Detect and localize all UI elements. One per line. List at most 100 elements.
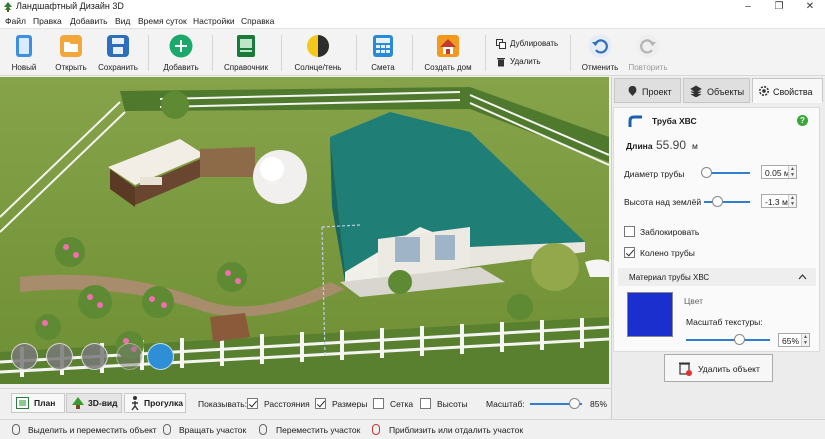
color-swatch[interactable] (627, 292, 673, 337)
minimize-icon[interactable]: – (734, 0, 762, 14)
toolbar-separator (412, 35, 413, 71)
mouse-right-icon (163, 424, 171, 435)
toolbar-separator (485, 35, 486, 71)
new-file-icon (16, 35, 32, 57)
garden-tool-icon[interactable] (11, 343, 38, 370)
zoom-slider[interactable] (530, 398, 582, 409)
height-slider-knob[interactable] (712, 196, 723, 207)
height-input[interactable]: -1.3 м ▲ ▼ (761, 194, 797, 208)
grid-label: Сетка (390, 399, 414, 409)
object-title: Труба ХВС (652, 116, 697, 126)
title-bar: Ландшафтный Дизайн 3D – ❐ ✕ (0, 0, 825, 14)
heights-checkbox[interactable] (420, 398, 431, 409)
color-label: Цвет (684, 296, 704, 306)
layers-icon[interactable] (147, 343, 174, 370)
ruler-icon[interactable] (81, 343, 108, 370)
garden-scene (0, 77, 609, 384)
lock-checkbox[interactable] (624, 226, 635, 237)
duplicate-icon (496, 39, 506, 49)
diameter-slider-knob[interactable] (701, 167, 712, 178)
text-icon[interactable] (116, 343, 143, 370)
diameter-input[interactable]: 0.05 м ▲ ▼ (761, 165, 797, 179)
diameter-slider[interactable] (701, 167, 750, 178)
show-label: Показывать: (198, 399, 248, 409)
tab-plan[interactable]: План (11, 393, 65, 413)
trash-icon (679, 362, 692, 376)
menu-settings[interactable]: Настройки (193, 16, 235, 26)
grid-checkbox[interactable] (373, 398, 384, 409)
toolbar-separator (148, 35, 149, 71)
material-section-header[interactable]: Материал трубы ХВС (618, 268, 816, 286)
height-slider[interactable] (704, 196, 750, 207)
undo-button[interactable]: Отменить (580, 32, 620, 74)
heights-label: Высоты (437, 399, 468, 409)
spinner-arrows-icon[interactable]: ▲ ▼ (801, 334, 809, 346)
status-rotate-area: Вращать участок (179, 425, 247, 435)
add-button[interactable]: Добавить (160, 32, 202, 74)
spinner-arrows-icon[interactable]: ▲ ▼ (788, 195, 796, 207)
texture-scale-input[interactable]: 65% ▲ ▼ (778, 333, 810, 347)
help-icon[interactable]: ? (797, 115, 808, 126)
texture-scale-slider-knob[interactable] (734, 334, 745, 345)
status-bar: Выделить и переместить объект Вращать уч… (0, 419, 825, 439)
plan-icon (16, 397, 29, 409)
spinner-arrows-icon[interactable]: ▲ ▼ (788, 166, 796, 178)
texture-scale-slider[interactable] (686, 334, 770, 345)
create-house-button[interactable]: Создать дом (421, 32, 475, 74)
tab-objects[interactable]: Объекты (683, 78, 750, 103)
zoom-slider-knob[interactable] (568, 398, 580, 409)
duplicate-button[interactable]: Дублировать (496, 38, 562, 52)
zoom-label: Масштаб: (486, 399, 525, 409)
toolbar-separator (356, 35, 357, 71)
tab-project[interactable]: Проект (614, 78, 681, 103)
book-icon (237, 35, 255, 57)
menu-edit[interactable]: Правка (33, 16, 62, 26)
open-button[interactable]: Открыть (50, 32, 92, 74)
toolbar-separator (570, 35, 571, 71)
distances-checkbox[interactable] (247, 398, 258, 409)
redo-icon (636, 34, 660, 58)
diameter-label: Диаметр трубы (624, 169, 685, 179)
house-icon (437, 35, 459, 57)
viewport-3d[interactable] (0, 77, 609, 384)
new-button[interactable]: Новый (4, 32, 44, 74)
layers-stack-icon (690, 85, 702, 97)
height-label: Высота над землёй (624, 197, 702, 207)
elbow-label: Колено трубы (640, 248, 695, 258)
gear-icon (759, 86, 769, 96)
plus-icon (169, 34, 193, 58)
estimate-button[interactable]: Смета (366, 32, 400, 74)
3d-tree-icon (72, 397, 84, 409)
menu-file[interactable]: Файл (5, 16, 26, 26)
properties-panel: Труба ХВС ? Длина 55.90 м Диаметр трубы … (613, 107, 820, 352)
walk-icon (131, 396, 139, 411)
undo-icon (588, 34, 612, 58)
elbow-checkbox[interactable] (624, 247, 635, 258)
sun-shadow-button[interactable]: Солнце/тень (291, 32, 345, 74)
delete-object-button[interactable]: Удалить объект (664, 354, 773, 382)
trash-icon (497, 58, 505, 67)
menu-view[interactable]: Вид (115, 16, 130, 26)
length-label: Длина (626, 141, 653, 151)
hand-icon[interactable] (46, 343, 73, 370)
length-value: 55.90 (656, 138, 687, 152)
sizes-checkbox[interactable] (315, 398, 326, 409)
redo-button[interactable]: Повторить (626, 32, 670, 74)
menu-add[interactable]: Добавить (70, 16, 108, 26)
close-icon[interactable]: ✕ (796, 0, 824, 14)
menu-time-of-day[interactable]: Время суток (138, 16, 187, 26)
folder-icon (60, 35, 82, 57)
delete-button[interactable]: Удалить (496, 56, 546, 70)
reference-button[interactable]: Справочник (222, 32, 270, 74)
pipe-icon (628, 115, 642, 127)
window-title: Ландшафтный Дизайн 3D (16, 1, 124, 11)
tab-walk[interactable]: Прогулка (124, 393, 186, 413)
view-bar: План 3D-вид Прогулка Показывать: Расстоя… (0, 388, 611, 415)
tab-3d-view[interactable]: 3D-вид (66, 393, 122, 413)
length-unit: м (692, 141, 698, 151)
menu-help[interactable]: Справка (241, 16, 274, 26)
restore-icon[interactable]: ❐ (765, 0, 793, 14)
distances-label: Расстояния (264, 399, 310, 409)
tab-properties[interactable]: Свойства (752, 78, 823, 103)
save-button[interactable]: Сохранить (96, 32, 140, 74)
